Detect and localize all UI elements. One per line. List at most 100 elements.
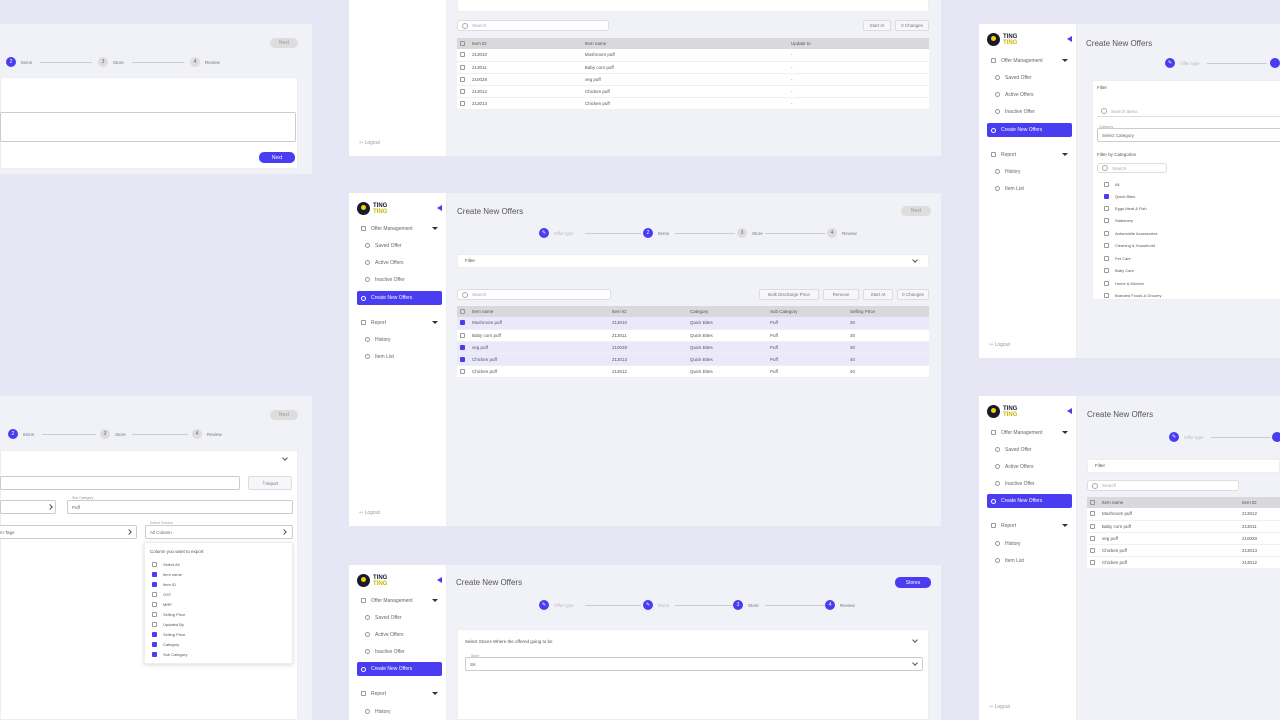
logout-link[interactable]: ⇦ Logout: [989, 704, 1010, 710]
column-option[interactable]: MRP: [152, 602, 172, 607]
sidebar-item-item-list[interactable]: Item List: [991, 182, 1072, 195]
category-option[interactable]: Cleaning & Household: [1104, 243, 1155, 248]
logout-link[interactable]: ⇦ Logout: [359, 510, 380, 516]
table-row[interactable]: Chicken puff 213013 Quick Bites Puff 40: [457, 353, 929, 366]
next-button[interactable]: Next: [259, 152, 295, 163]
sidebar-item-saved-offer[interactable]: Saved Offer: [991, 71, 1072, 84]
row-checkbox[interactable]: [460, 356, 465, 362]
table-row[interactable]: Mushroom puff 213012: [1087, 508, 1280, 521]
search-field[interactable]: [0, 476, 240, 490]
column-option[interactable]: Selling Price: [152, 632, 185, 637]
sidebar-item-create-new-offers[interactable]: Create New Offers: [357, 662, 442, 676]
next-button-disabled[interactable]: Next: [270, 410, 298, 420]
sidebar-item-create-new-offers[interactable]: Create New Offers: [987, 494, 1072, 508]
row-checkbox[interactable]: [1090, 547, 1095, 553]
sidebar-item-history[interactable]: History: [361, 705, 442, 718]
table-row[interactable]: veg puff 210028 Quick Bites Puff 30: [457, 341, 929, 354]
row-checkbox[interactable]: [460, 368, 465, 374]
start-at-button[interactable]: Start At: [863, 20, 891, 31]
table-row[interactable]: 213013 Chicken puff -: [457, 97, 929, 110]
search-input[interactable]: Search: [457, 289, 611, 300]
category-option[interactable]: Eggs Meat & Fish: [1104, 206, 1147, 211]
table-row[interactable]: 213010 Mushroom puff -: [457, 49, 929, 62]
category-select[interactable]: Select Category: [1097, 128, 1280, 142]
collapse-icon[interactable]: [437, 577, 442, 583]
row-checkbox[interactable]: [460, 100, 465, 106]
category-option[interactable]: Pet Care: [1104, 256, 1131, 261]
sidebar-item-active-offers[interactable]: Active Offers: [361, 256, 442, 269]
category-option[interactable]: Branded Foods & Grocery: [1104, 293, 1161, 298]
column-option[interactable]: Sub Category: [152, 652, 187, 657]
row-checkbox[interactable]: [460, 76, 465, 82]
sidebar-item-create-new-offers[interactable]: Create New Offers: [987, 123, 1072, 137]
changes-button[interactable]: 0 Changes: [897, 289, 929, 300]
text-area[interactable]: [0, 112, 296, 142]
table-row[interactable]: Baby corn puff 213011 Quick Bites Puff 30: [457, 329, 929, 342]
sidebar-item-create-new-offers[interactable]: Create New Offers: [357, 291, 442, 305]
row-checkbox[interactable]: [460, 320, 465, 326]
sidebar-item-item-list[interactable]: Item List: [361, 350, 442, 363]
row-checkbox[interactable]: [1090, 523, 1095, 529]
next-button-disabled[interactable]: Next: [270, 38, 298, 48]
sidebar-item-offer-management[interactable]: Offer Management: [987, 426, 1072, 439]
stores-button[interactable]: Stores: [895, 577, 931, 588]
sidebar-item-history[interactable]: History: [991, 537, 1072, 550]
column-option[interactable]: Item name: [152, 572, 182, 577]
column-option[interactable]: Select All: [152, 562, 179, 567]
category-option[interactable]: Stationery: [1104, 218, 1133, 223]
column-option[interactable]: Category: [152, 642, 179, 647]
column-option[interactable]: Selling Price: [152, 612, 185, 617]
sidebar-item-active-offers[interactable]: Active Offers: [361, 628, 442, 641]
sidebar-item-inactive-offer[interactable]: Inactive Offer: [991, 477, 1072, 490]
sidebar-item-offer-management[interactable]: Offer Management: [357, 594, 442, 607]
sub-category-select[interactable]: Puff: [67, 500, 293, 514]
table-row[interactable]: veg puff 210028: [1087, 532, 1280, 545]
sidebar-item-offer-management[interactable]: Offer Management: [357, 222, 442, 235]
filter-accordion[interactable]: [457, 254, 929, 268]
column-option[interactable]: GST: [152, 592, 171, 597]
table-row[interactable]: 213012 Chicken puff -: [457, 85, 929, 98]
row-checkbox[interactable]: [460, 344, 465, 350]
sidebar-item-saved-offer[interactable]: Saved Offer: [361, 611, 442, 624]
table-row[interactable]: Mushroom puff 213010 Quick Bites Puff 30: [457, 317, 929, 330]
sidebar-item-saved-offer[interactable]: Saved Offer: [361, 239, 442, 252]
collapse-icon[interactable]: [1067, 408, 1072, 414]
select-all-checkbox[interactable]: [1090, 500, 1095, 506]
sidebar-item-inactive-offer[interactable]: Inactive Offer: [991, 105, 1072, 118]
table-row[interactable]: 213011 Baby corn puff -: [457, 61, 929, 74]
sidebar-item-offer-management[interactable]: Offer Management: [987, 54, 1072, 67]
store-select[interactable]: SK: [465, 657, 923, 671]
sidebar-item-report[interactable]: Report: [357, 316, 442, 329]
search-input[interactable]: Search: [1087, 480, 1239, 491]
sidebar-item-inactive-offer[interactable]: Inactive Offer: [361, 645, 442, 658]
logout-link[interactable]: ⇦ Logout: [359, 140, 380, 146]
row-checkbox[interactable]: [1090, 535, 1095, 541]
select-all-checkbox[interactable]: [460, 41, 465, 47]
column-option[interactable]: Item ID: [152, 582, 176, 587]
sidebar-item-active-offers[interactable]: Active Offers: [991, 88, 1072, 101]
import-button[interactable]: ⇩ Import: [248, 476, 292, 490]
table-row[interactable]: Chicken puff 213012: [1087, 556, 1280, 569]
category-search-input[interactable]: Search: [1097, 163, 1167, 173]
sidebar-item-active-offers[interactable]: Active Offers: [991, 460, 1072, 473]
changes-button[interactable]: 0 Changes: [895, 20, 929, 31]
select-all-checkbox[interactable]: [460, 309, 465, 315]
start-at-button[interactable]: Start At: [863, 289, 893, 300]
search-items-input[interactable]: Search Items: [1097, 106, 1280, 117]
column-option[interactable]: Updated By: [152, 622, 184, 627]
table-row[interactable]: Chicken puff 213013: [1087, 544, 1280, 557]
row-checkbox[interactable]: [460, 88, 465, 94]
sidebar-item-report[interactable]: Report: [357, 687, 442, 700]
sidebar-item-saved-offer[interactable]: Saved Offer: [991, 443, 1072, 456]
collapse-icon[interactable]: [1067, 36, 1072, 42]
row-checkbox[interactable]: [460, 332, 465, 338]
remove-button[interactable]: Remove: [823, 289, 859, 300]
category-option[interactable]: Baby Care: [1104, 268, 1134, 273]
search-input[interactable]: Search: [457, 20, 609, 31]
row-checkbox[interactable]: [1090, 559, 1095, 565]
select-column-select[interactable]: All Column: [145, 525, 293, 539]
category-option[interactable]: All: [1104, 182, 1119, 187]
table-row[interactable]: 210028 veg puff -: [457, 73, 929, 86]
sidebar-item-report[interactable]: Report: [987, 148, 1072, 161]
row-checkbox[interactable]: [460, 52, 465, 58]
